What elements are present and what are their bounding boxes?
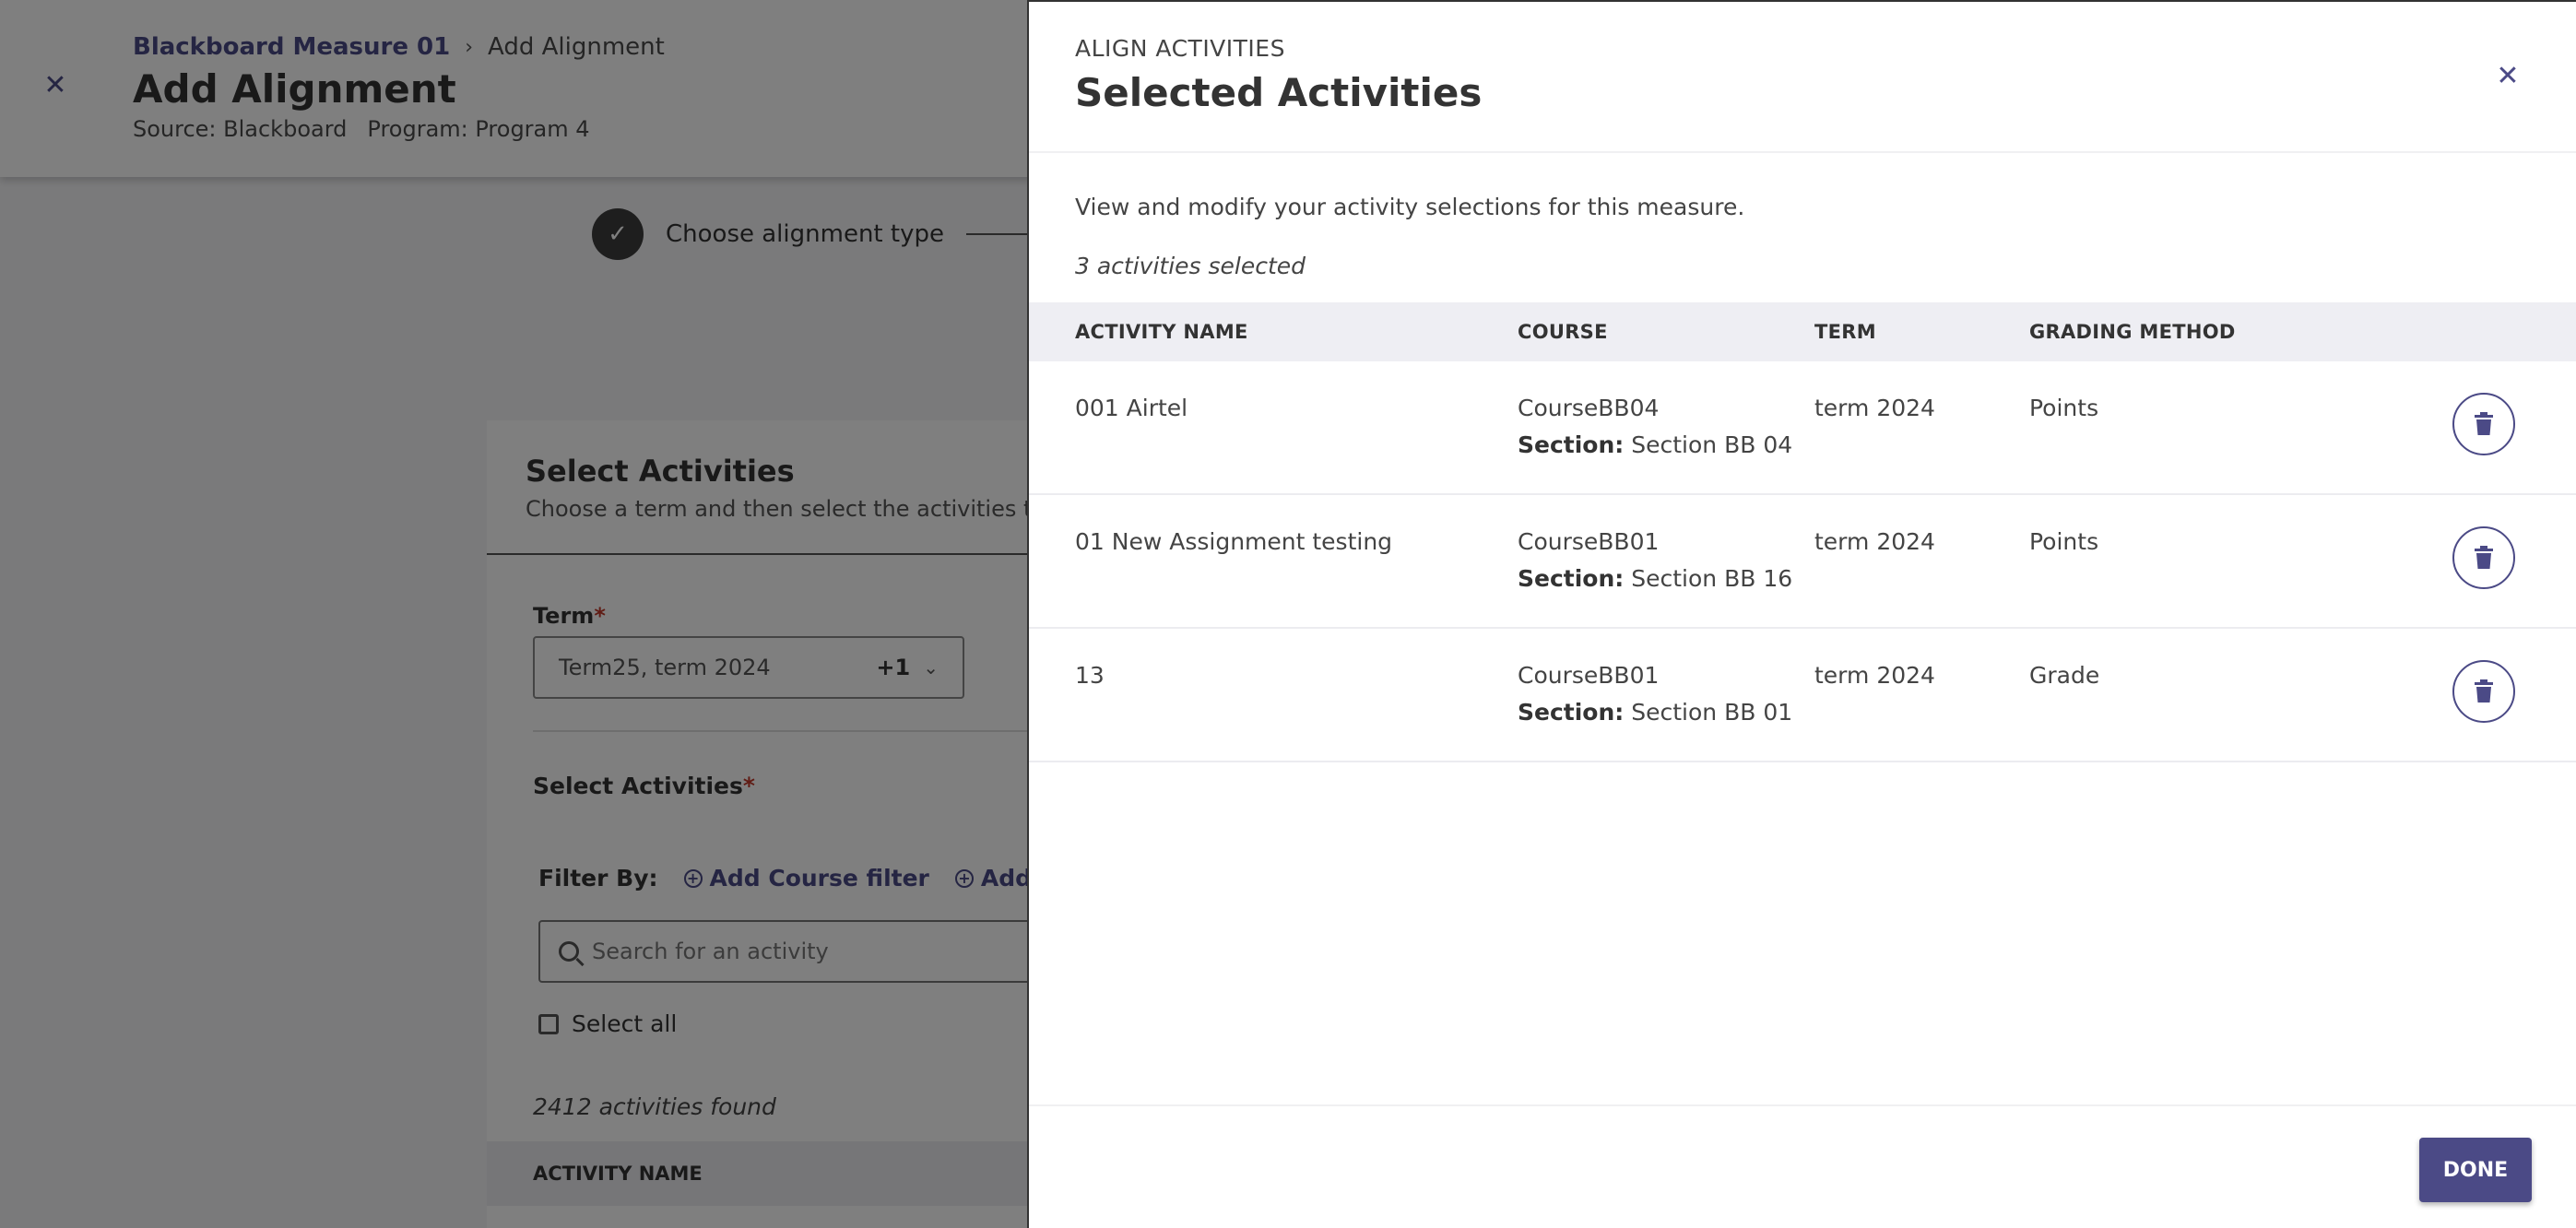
section-label: Section: [1518,565,1625,592]
section-info: Section: Section BB 01 [1518,699,1792,726]
selected-count: 3 activities selected [1075,253,1306,279]
grading-method: Points [2029,528,2099,555]
column-grading-method: GRADING METHOD [2029,321,2236,343]
close-icon[interactable]: ✕ [2491,59,2524,92]
table-row: 01 New Assignment testing CourseBB01 Sec… [1029,495,2576,629]
section-info: Section: Section BB 04 [1518,431,1792,458]
delete-button[interactable] [2452,660,2515,723]
trash-icon [2475,546,2493,569]
table-header: ACTIVITY NAME COURSE TERM GRADING METHOD [1029,302,2576,361]
column-course: COURSE [1518,321,1608,343]
section-label: Section: [1518,431,1625,458]
term-value: term 2024 [1814,662,1935,689]
course-name: CourseBB01 [1518,528,1660,555]
section-info: Section: Section BB 16 [1518,565,1792,592]
grading-method: Grade [2029,662,2100,689]
activity-name: 01 New Assignment testing [1075,528,1393,555]
activity-name: 001 Airtel [1075,395,1188,421]
done-button[interactable]: DONE [2419,1138,2532,1202]
panel-header: ALIGN ACTIVITIES Selected Activities ✕ [1029,2,2576,153]
term-value: term 2024 [1814,395,1935,421]
section-label: Section: [1518,699,1625,726]
table-row: 13 CourseBB01 Section: Section BB 01 ter… [1029,629,2576,762]
trash-icon [2475,412,2493,435]
trash-icon [2475,679,2493,703]
course-name: CourseBB01 [1518,662,1660,689]
panel-footer: DONE [1029,1104,2576,1228]
panel-title: Selected Activities [1075,70,1483,115]
selected-activities-panel: ALIGN ACTIVITIES Selected Activities ✕ V… [1027,0,2576,1228]
term-value: term 2024 [1814,528,1935,555]
section-value: Section BB 04 [1631,431,1793,458]
activity-name: 13 [1075,662,1105,689]
section-value: Section BB 01 [1631,699,1793,726]
table-row: 001 Airtel CourseBB04 Section: Section B… [1029,361,2576,495]
delete-button[interactable] [2452,393,2515,455]
course-name: CourseBB04 [1518,395,1660,421]
column-activity-name: ACTIVITY NAME [1075,321,1248,343]
panel-description: View and modify your activity selections… [1075,194,1745,220]
delete-button[interactable] [2452,526,2515,589]
panel-eyebrow: ALIGN ACTIVITIES [1075,35,1285,62]
section-value: Section BB 16 [1631,565,1793,592]
column-term: TERM [1814,321,1876,343]
grading-method: Points [2029,395,2099,421]
